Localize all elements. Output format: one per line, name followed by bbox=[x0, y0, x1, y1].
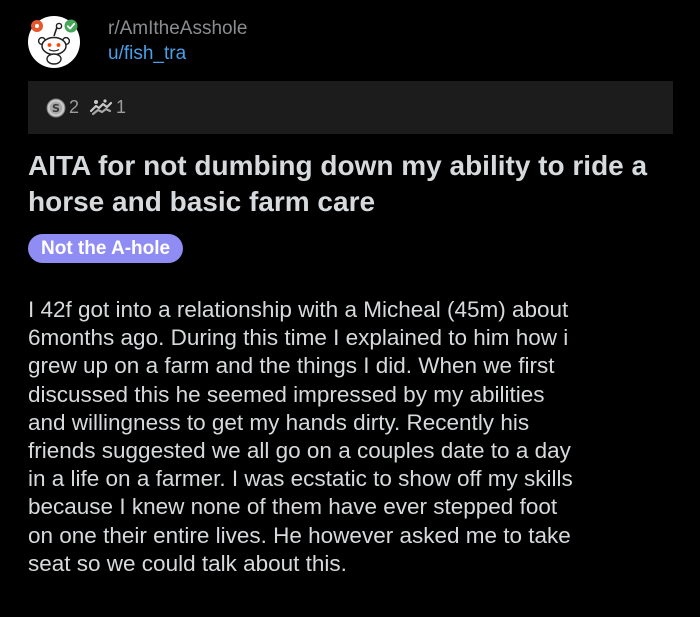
post-flair[interactable]: Not the A-hole bbox=[28, 234, 184, 263]
post-body: I 42f got into a relationship with a Mic… bbox=[28, 296, 678, 578]
award-count: 2 bbox=[69, 97, 80, 117]
body-line: grew up on a farm and the things I did. … bbox=[28, 353, 555, 379]
body-line: discussed this he seemed impressed by my… bbox=[28, 381, 545, 407]
body-line: 6months ago. During this time I explaine… bbox=[28, 325, 569, 351]
body-line: because I knew none of them have ever st… bbox=[28, 494, 558, 520]
body-line: on one their entire lives. He however as… bbox=[28, 522, 571, 548]
award-helpful[interactable]: 1 bbox=[89, 97, 126, 118]
body-line: and willingness to get my hands dirty. R… bbox=[28, 409, 530, 435]
author-link[interactable]: u/fish_tra bbox=[108, 41, 247, 67]
subreddit-link[interactable]: r/AmItheAsshole bbox=[108, 17, 247, 41]
post-meta: r/AmItheAsshole u/fish_tra bbox=[108, 17, 247, 67]
post-title[interactable]: AITA for not dumbing down my ability to … bbox=[28, 148, 678, 220]
helpful-award-icon bbox=[89, 98, 113, 115]
body-line: in a life on a farmer. I was ecstatic to… bbox=[28, 466, 573, 492]
post-header: r/AmItheAsshole u/fish_tra bbox=[28, 14, 247, 70]
awards-bar[interactable]: S 2 1 bbox=[28, 81, 673, 134]
award-count: 1 bbox=[116, 97, 127, 117]
award-silver[interactable]: S 2 bbox=[46, 97, 79, 118]
body-line: I 42f got into a relationship with a Mic… bbox=[28, 297, 569, 322]
snoo-avatar-icon[interactable] bbox=[28, 16, 80, 68]
svg-text:S: S bbox=[52, 102, 60, 115]
silver-award-icon: S bbox=[46, 98, 66, 117]
body-line: friends suggested we all go on a couples… bbox=[28, 438, 571, 464]
body-line: seat so we could talk about this. bbox=[28, 550, 347, 576]
snoo-avatar-graphic bbox=[31, 19, 78, 65]
